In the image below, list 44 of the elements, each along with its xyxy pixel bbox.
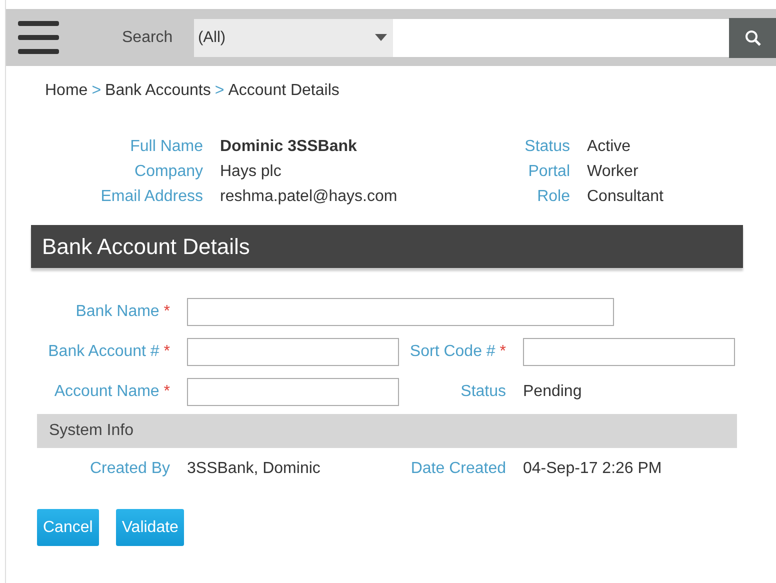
breadcrumb-link[interactable]: Home: [45, 82, 88, 99]
search-icon: [744, 30, 760, 46]
field-label: Date Created: [410, 459, 507, 479]
field-label: Role: [536, 187, 571, 207]
input-field[interactable]: [523, 338, 735, 366]
field-value: Consultant: [587, 187, 664, 207]
field-value: Active: [587, 137, 632, 157]
field-label: Email Address: [100, 187, 204, 207]
section-subheader: System Info: [37, 414, 737, 448]
field-value: Worker: [587, 162, 640, 182]
required-marker: *: [164, 343, 170, 360]
field-label: Company: [134, 162, 204, 182]
field-label: Account Name: [54, 383, 160, 400]
search-field[interactable]: [393, 18, 729, 56]
scope-dropdown[interactable]: (All): [194, 18, 393, 56]
required-marker: *: [164, 383, 170, 400]
field-value: reshma.patel@hays.com: [220, 187, 398, 207]
breadcrumb-separator: >: [214, 82, 224, 99]
field-label: Created By: [88, 459, 171, 479]
breadcrumb-separator: >: [92, 82, 102, 99]
breadcrumb-link[interactable]: Bank Accounts: [105, 82, 211, 99]
field-label: Bank Name: [76, 303, 160, 320]
search-label: Search: [122, 28, 174, 48]
caret-icon: [375, 34, 387, 41]
section-header: Bank Account Details: [31, 225, 743, 268]
field-label: Status: [524, 137, 571, 157]
field-label: Portal: [527, 162, 571, 182]
field-value: Hays plc: [220, 162, 282, 182]
search-button[interactable]: [729, 18, 776, 58]
input-field[interactable]: [187, 298, 614, 326]
field-label: Bank Account #: [48, 343, 160, 360]
field-value: Dominic 3SSBank: [220, 137, 358, 157]
input-field[interactable]: [187, 338, 399, 366]
required-marker: *: [164, 303, 170, 320]
field-label: Status: [460, 383, 506, 400]
field-label: Full Name: [129, 137, 204, 157]
breadcrumb-link[interactable]: Account Details: [228, 82, 340, 99]
field-value: 3SSBank, Dominic: [187, 459, 322, 479]
field-value: 04-Sep-17 2:26 PM: [523, 459, 663, 479]
field-label: Sort Code #: [410, 343, 496, 360]
menu-icon[interactable]: [18, 20, 59, 54]
field-value: Pending: [523, 382, 583, 402]
required-marker: *: [500, 343, 506, 360]
input-field[interactable]: [187, 378, 399, 406]
